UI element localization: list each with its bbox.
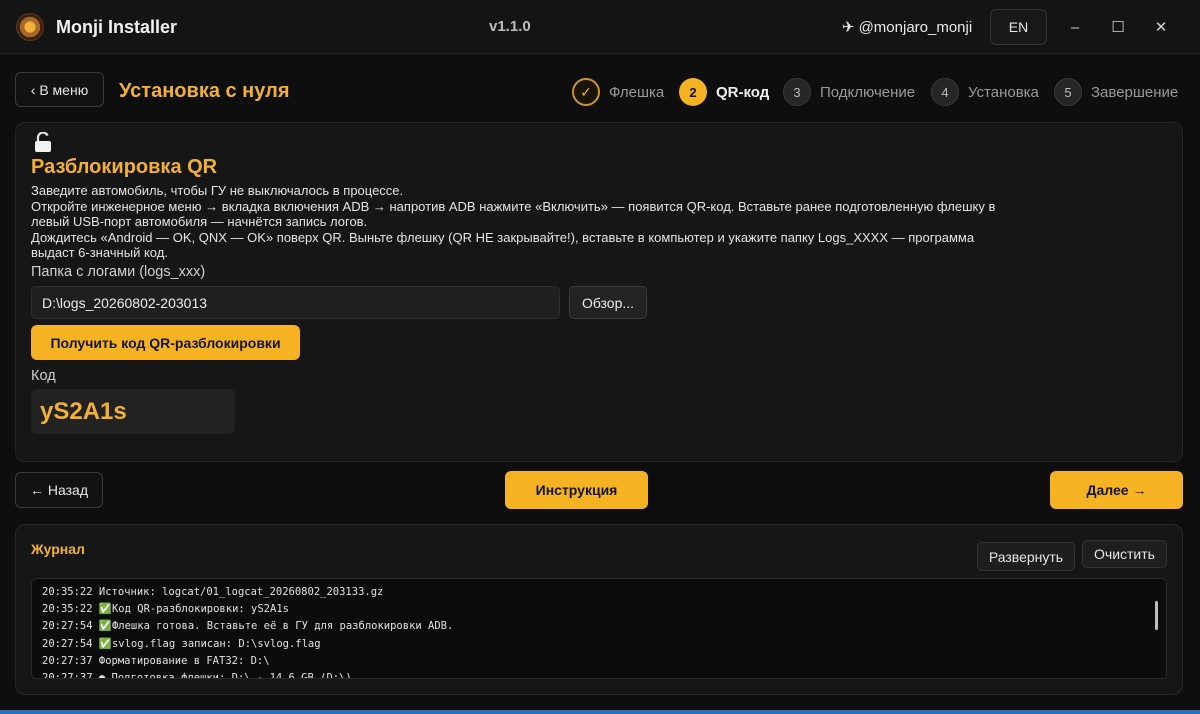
step-check-icon: ✓ [572, 78, 600, 106]
log-line: 20:27:54 ✅Флешка готова. Вставьте её в Г… [42, 620, 454, 633]
step-number: 5 [1054, 78, 1082, 106]
journal-title: Журнал [31, 541, 85, 557]
unlock-code-value: yS2A1s [31, 389, 235, 434]
section-title: Разблокировка QR [31, 156, 218, 178]
log-output[interactable]: 20:35:22 Источник: logcat/01_logcat_2026… [31, 578, 1167, 679]
instructions-text: Заведите автомобиль, чтобы ГУ не выключа… [31, 183, 1041, 261]
instruction-line: Заведите автомобиль, чтобы ГУ не выключа… [31, 183, 404, 198]
step-installation: 4 Установка [931, 77, 1039, 107]
back-button[interactable]: ← Назад [15, 472, 103, 508]
step-completion: 5 Завершение [1054, 77, 1178, 107]
minimize-button[interactable]: – [1060, 12, 1090, 42]
log-line: 20:27:54 ✅svlog.flag записан: D:\svlog.f… [42, 637, 321, 650]
logs-folder-label: Папка с логами (logs_xxx) [31, 264, 206, 280]
telegram-link[interactable]: ✈ @monjaro_monji [842, 18, 973, 37]
language-button[interactable]: EN [990, 9, 1047, 45]
app-version: v1.1.0 [489, 18, 531, 35]
step-number: 3 [783, 78, 811, 106]
log-line: 20:35:22 ✅Код QR-разблокировки: yS2A1s [42, 603, 289, 616]
step-label: Завершение [1091, 83, 1179, 101]
instruction-line: Откройте инженерное меню → вкладка включ… [31, 198, 996, 214]
telegram-handle: @monjaro_monji [858, 18, 973, 36]
step-label: Флешка [609, 83, 665, 101]
logs-folder-input[interactable] [31, 286, 560, 319]
step-label: QR-код [716, 83, 770, 101]
step-label: Установка [968, 83, 1039, 101]
app-logo-icon [16, 13, 44, 41]
step-connection: 3 Подключение [783, 77, 915, 107]
log-line: 20:35:22 Источник: logcat/01_logcat_2026… [42, 586, 384, 598]
step-number: 4 [931, 78, 959, 106]
instruction-line: выдаст 6-значный код. [31, 245, 168, 261]
code-label: Код [31, 368, 56, 384]
close-button[interactable]: ✕ [1146, 12, 1176, 42]
get-qr-code-button[interactable]: Получить код QR-разблокировки [31, 325, 300, 360]
next-button[interactable]: Далее → [1050, 471, 1183, 509]
step-qr-code: 2 QR-код [679, 77, 769, 107]
clear-button[interactable]: Очистить [1082, 540, 1167, 568]
log-line: 20:27:37 Форматирование в FAT32: D:\ [42, 654, 270, 667]
back-to-menu-button[interactable]: ‹ В меню [15, 72, 104, 107]
expand-button[interactable]: Развернуть [977, 542, 1075, 571]
app-title: Monji Installer [56, 17, 178, 37]
log-scrollbar[interactable] [1155, 601, 1158, 630]
instructions-button[interactable]: Инструкция [505, 471, 648, 509]
instruction-line: левый USB-порт автомобиля — начнётся зап… [31, 214, 368, 230]
step-label: Подключение [820, 83, 916, 101]
page-title: Установка с нуля [119, 80, 290, 102]
instruction-line: Дождитесь «Android — OK, QNX — OK» повер… [31, 229, 975, 245]
maximize-button[interactable]: ☐ [1103, 12, 1133, 42]
step-flash-drive: ✓ Флешка [572, 77, 664, 107]
telegram-plane-icon: ✈ [842, 19, 855, 36]
step-number: 2 [679, 78, 707, 106]
window-bottom-border [0, 710, 1200, 714]
log-line: 20:27:37 ● Подготовка флешки: D:\ - 14.6… [42, 671, 352, 679]
browse-button[interactable]: Обзор... [569, 286, 647, 319]
unlock-icon [35, 132, 51, 152]
